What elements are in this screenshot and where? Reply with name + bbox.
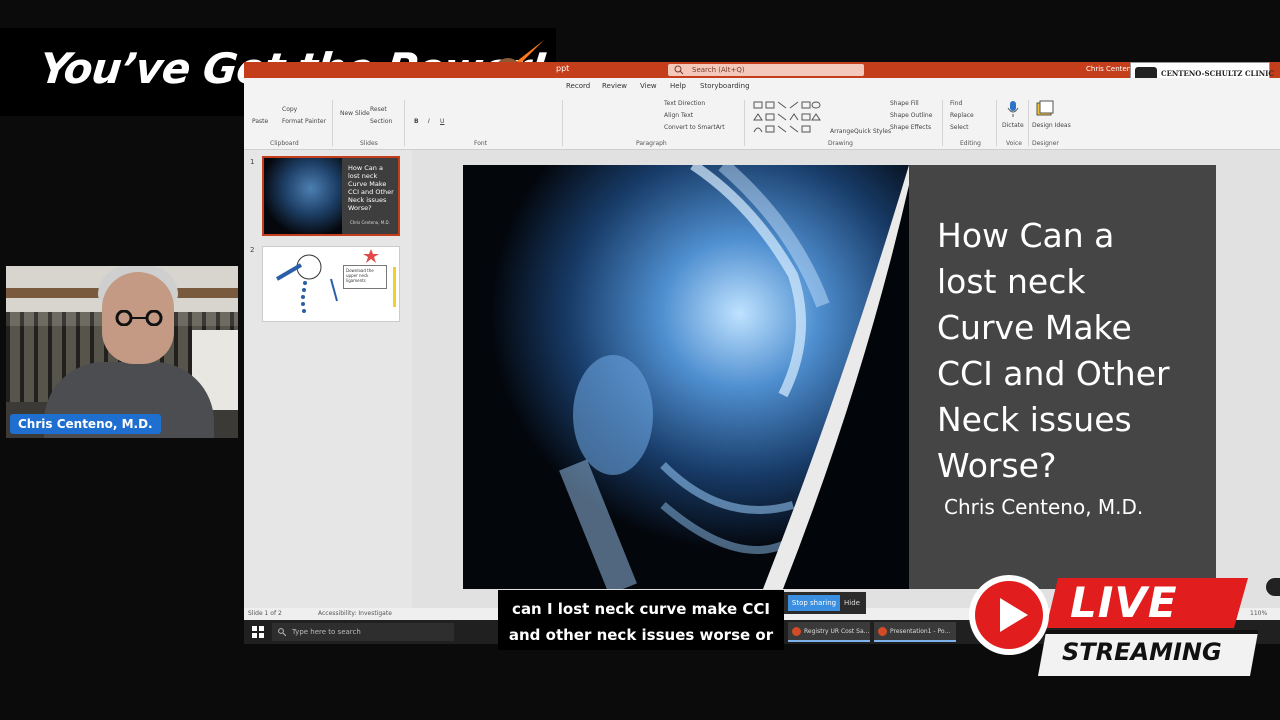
app-icon bbox=[792, 627, 801, 636]
shape-effects-button[interactable]: Shape Effects bbox=[890, 124, 931, 131]
italic-button[interactable]: I bbox=[428, 118, 430, 125]
caption-line: can I lost neck curve make CCI bbox=[512, 600, 770, 618]
play-icon bbox=[969, 575, 1049, 655]
slide-canvas[interactable]: How Can a lost neck Curve Make CCI and O… bbox=[463, 165, 1216, 589]
group-paragraph: Paragraph bbox=[636, 140, 667, 147]
app-name: ppt bbox=[556, 64, 570, 73]
live-streaming-badge: LIVE STREAMING bbox=[966, 572, 1262, 680]
search-icon bbox=[278, 628, 286, 636]
presenter-name-tag: Chris Centeno, M.D. bbox=[10, 414, 161, 434]
thumb-number: 1 bbox=[250, 158, 255, 166]
taskbar-app-label: Registry UR Cost Sa... bbox=[804, 628, 870, 635]
stop-sharing-button[interactable]: Stop sharing bbox=[788, 595, 840, 611]
windows-start-icon[interactable] bbox=[252, 626, 264, 638]
replace-button[interactable]: Replace bbox=[950, 112, 974, 119]
slide-thumbnail-1[interactable]: How Can a lost neck Curve Make CCI and O… bbox=[262, 156, 400, 236]
microphone-icon bbox=[1007, 101, 1019, 117]
neck-diagram-image bbox=[275, 254, 338, 313]
ribbon-search-input[interactable]: Search (Alt+Q) bbox=[668, 64, 864, 76]
taskbar-app-registry[interactable]: Registry UR Cost Sa... bbox=[788, 622, 870, 642]
quick-styles-button[interactable]: Quick Styles bbox=[854, 128, 891, 135]
slide-counter: Slide 1 of 2 bbox=[248, 610, 282, 617]
design-ideas-icon bbox=[1036, 100, 1054, 116]
accessibility-status[interactable]: Accessibility: Investigate bbox=[318, 610, 392, 617]
section-button[interactable]: Section bbox=[370, 118, 392, 125]
select-button[interactable]: Select bbox=[950, 124, 969, 131]
group-voice: Voice bbox=[1006, 140, 1022, 147]
thumb2-text-box: Download the upper neck ligaments bbox=[343, 265, 387, 289]
group-slides: Slides bbox=[360, 140, 378, 147]
group-editing: Editing bbox=[960, 140, 981, 147]
title-bar: ppt Search (Alt+Q) Chris Centeno bbox=[244, 62, 1280, 78]
convert-smartart-button[interactable]: Convert to SmartArt bbox=[664, 124, 725, 131]
slide-editor: How Can a lost neck Curve Make CCI and O… bbox=[412, 150, 1280, 608]
slide-thumbnail-2[interactable]: Download the upper neck ligaments bbox=[262, 246, 400, 322]
new-slide-button[interactable]: New Slide bbox=[340, 110, 370, 117]
slide-title: How Can a lost neck Curve Make CCI and O… bbox=[937, 216, 1170, 485]
hide-button[interactable]: Hide bbox=[844, 595, 864, 611]
clinic-logo-text: CENTENO-SCHULTZ CLINIC bbox=[1161, 69, 1274, 78]
shapes-gallery[interactable] bbox=[752, 100, 822, 134]
format-painter-button[interactable]: Format Painter bbox=[282, 118, 326, 125]
arrange-button[interactable]: Arrange bbox=[830, 128, 854, 135]
group-designer: Designer bbox=[1032, 140, 1059, 147]
scroll-handle[interactable] bbox=[1266, 578, 1280, 596]
underline-button[interactable]: U bbox=[440, 118, 444, 125]
caption-line: and other neck issues worse or bbox=[508, 626, 774, 644]
powerpoint-window: ppt Search (Alt+Q) Chris Centeno CENTENO… bbox=[244, 62, 1280, 644]
tab-help[interactable]: Help bbox=[670, 82, 686, 90]
search-icon bbox=[674, 65, 684, 75]
user-name[interactable]: Chris Centeno bbox=[1086, 65, 1135, 73]
copy-button[interactable]: Copy bbox=[282, 106, 297, 113]
reset-button[interactable]: Reset bbox=[370, 106, 387, 113]
stream-frame: You’ve Got the Power! Chris Centeno, M.D… bbox=[0, 0, 1280, 720]
ribbon-tabs: Record Review View Help Storyboarding bbox=[244, 78, 1280, 96]
group-drawing: Drawing bbox=[828, 140, 853, 147]
tab-storyboarding[interactable]: Storyboarding bbox=[700, 82, 750, 90]
thumb-author: Chris Centeno, M.D. bbox=[350, 220, 390, 225]
paste-button[interactable]: Paste bbox=[252, 118, 268, 125]
powerpoint-icon bbox=[878, 627, 887, 636]
live-captions: can I lost neck curve make CCI and other… bbox=[498, 590, 784, 650]
thumb-title: How Can a lost neck Curve Make CCI and O… bbox=[348, 164, 394, 212]
taskbar-search-placeholder: Type here to search bbox=[292, 628, 361, 636]
align-text-button[interactable]: Align Text bbox=[664, 112, 693, 119]
xray-image bbox=[264, 158, 342, 234]
tab-record[interactable]: Record bbox=[566, 82, 590, 90]
live-label: LIVE bbox=[1070, 578, 1178, 627]
thumb-number: 2 bbox=[250, 246, 255, 254]
group-clipboard: Clipboard bbox=[270, 140, 299, 147]
tab-view[interactable]: View bbox=[640, 82, 657, 90]
tab-review[interactable]: Review bbox=[602, 82, 627, 90]
glasses-icon bbox=[115, 310, 163, 326]
shape-outline-button[interactable]: Shape Outline bbox=[890, 112, 932, 119]
text-direction-button[interactable]: Text Direction bbox=[664, 100, 705, 107]
ribbon: Paste Copy Format Painter Clipboard New … bbox=[244, 96, 1280, 150]
webcam-feed bbox=[6, 266, 238, 438]
shape-fill-button[interactable]: Shape Fill bbox=[890, 100, 919, 107]
find-button[interactable]: Find bbox=[950, 100, 962, 107]
slide-thumbnail-panel: 1 How Can a lost neck Curve Make CCI and… bbox=[244, 150, 412, 608]
burst-icon bbox=[363, 249, 379, 263]
streaming-label: STREAMING bbox=[1062, 638, 1222, 666]
dictate-button[interactable]: Dictate bbox=[1002, 122, 1024, 129]
bold-button[interactable]: B bbox=[414, 118, 419, 125]
search-placeholder: Search (Alt+Q) bbox=[692, 66, 745, 74]
group-font: Font bbox=[474, 140, 488, 147]
design-ideas-button[interactable]: Design Ideas bbox=[1032, 122, 1071, 129]
neck-xray-image bbox=[463, 165, 909, 589]
slide-author: Chris Centeno, M.D. bbox=[944, 495, 1144, 519]
taskbar-app-powerpoint[interactable]: Presentation1 - Po... bbox=[874, 622, 956, 642]
taskbar-search-input[interactable]: Type here to search bbox=[272, 623, 454, 641]
taskbar-app-label: Presentation1 - Po... bbox=[890, 628, 951, 635]
